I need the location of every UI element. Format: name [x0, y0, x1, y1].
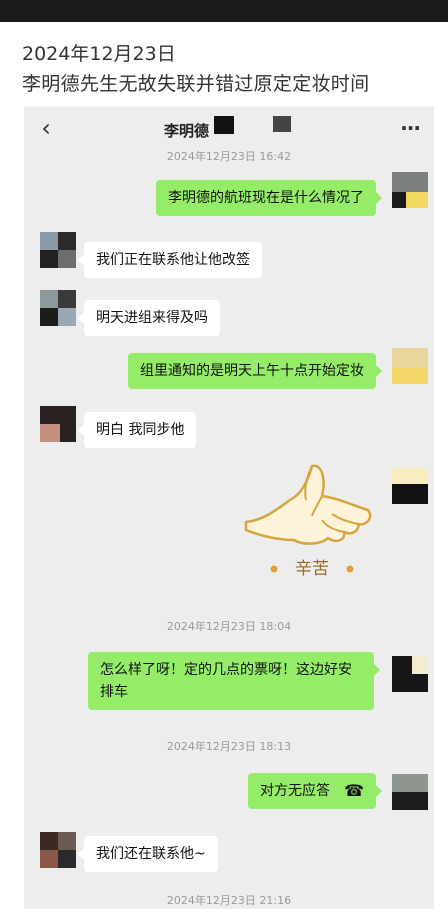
message-bubble-sent[interactable]: 组里通知的是明天上午十点开始定妆	[128, 353, 382, 389]
chat-screenshot: ‹ 李明德 ··· 2024年12月23日 16:42 李明德的航班现在是什么情…	[24, 106, 434, 909]
timestamp: 2024年12月23日 21:16	[166, 894, 292, 907]
phone-hangup-icon: ☎	[344, 781, 364, 800]
avatar[interactable]	[40, 832, 76, 868]
message-bubble-received[interactable]: 明白 我同步他	[77, 412, 197, 448]
chat-title: 李明德	[164, 122, 210, 140]
post-header: 2024年12月23日 李明德先生无故失联并错过原定定妆时间	[22, 42, 434, 98]
thumbs-up-sticker[interactable]: 辛苦	[242, 460, 382, 586]
avatar[interactable]	[392, 468, 428, 504]
redaction-block	[214, 116, 234, 134]
avatar[interactable]	[40, 406, 76, 442]
timestamp: 2024年12月23日 16:42	[166, 150, 292, 163]
avatar[interactable]	[392, 656, 428, 692]
message-bubble-sent[interactable]: 李明德的航班现在是什么情况了	[156, 180, 382, 216]
avatar[interactable]	[392, 774, 428, 810]
message-bubble-received[interactable]: 明天进组来得及吗	[78, 300, 220, 336]
avatar[interactable]	[40, 290, 76, 326]
chat-navbar: ‹ 李明德 ···	[24, 106, 434, 152]
avatar[interactable]	[392, 348, 428, 384]
redaction-block	[273, 116, 291, 132]
post-date: 2024年12月23日	[22, 43, 176, 65]
top-dark-bar	[0, 0, 448, 22]
avatar[interactable]	[392, 172, 428, 208]
chevron-left-icon[interactable]: ‹	[34, 114, 58, 142]
timestamp: 2024年12月23日 18:04	[166, 620, 292, 633]
more-dots-icon[interactable]: ···	[400, 116, 421, 140]
timestamp: 2024年12月23日 18:13	[166, 740, 292, 753]
post-headline: 李明德先生无故失联并错过原定定妆时间	[22, 73, 370, 95]
message-bubble-sent[interactable]: 怎么样了呀！定的几点的票呀！这边好安排车	[88, 652, 380, 710]
call-status-text: 对方无应答	[260, 783, 331, 799]
message-bubble-received[interactable]: 我们正在联系他让他改签	[78, 242, 262, 278]
sticker-caption: 辛苦	[295, 559, 329, 579]
avatar[interactable]	[40, 232, 76, 268]
message-bubble-received[interactable]: 我们还在联系他~	[78, 836, 218, 872]
call-record-bubble[interactable]: 对方无应答 ☎	[248, 773, 382, 809]
